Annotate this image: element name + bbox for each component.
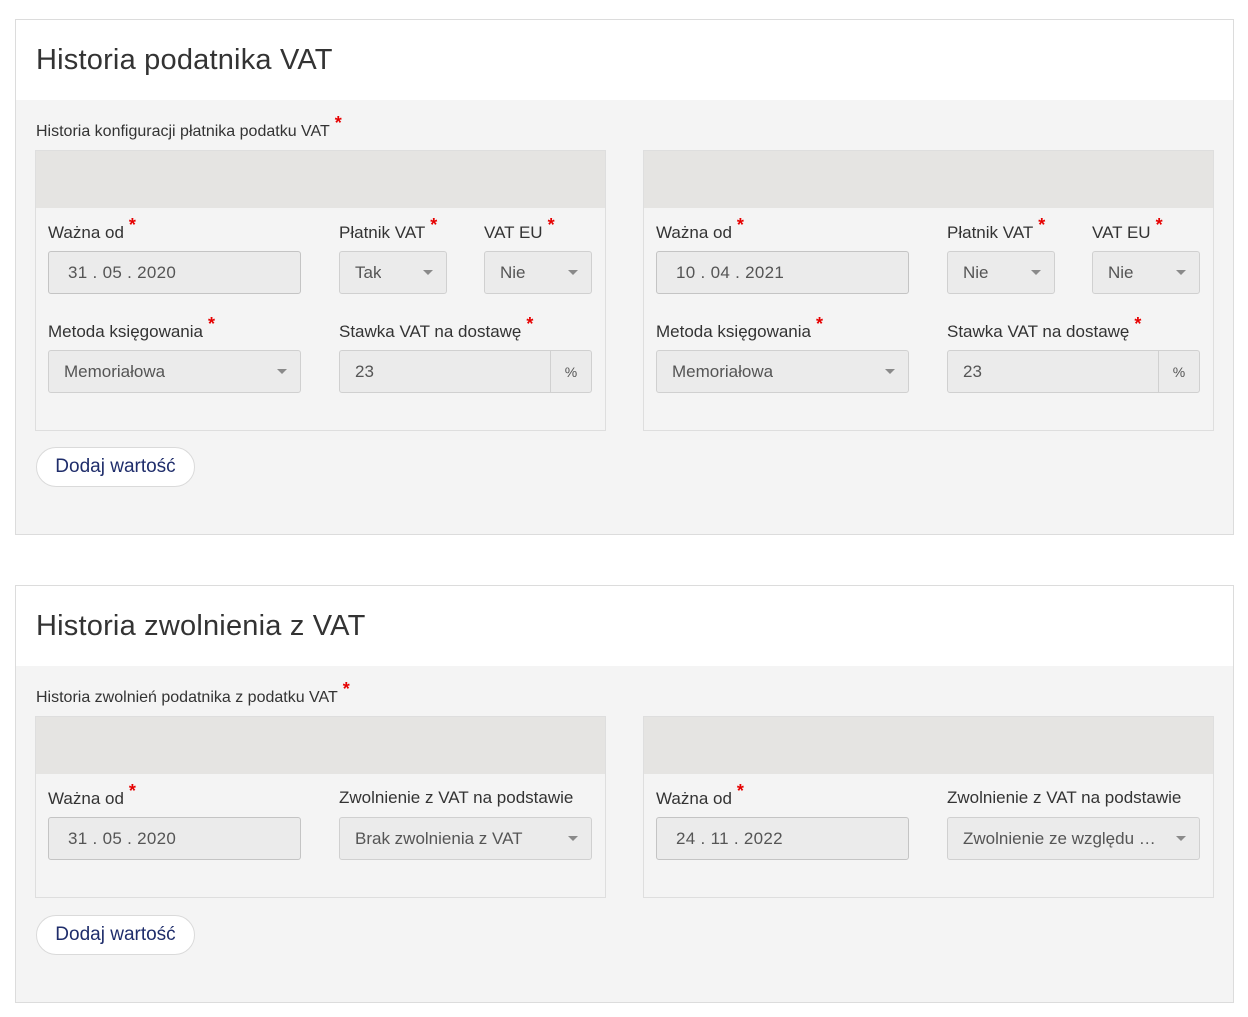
exemption-basis-select[interactable]: Zwolnienie ze względu na ... (947, 817, 1200, 860)
valid-from-date-input[interactable]: 24 . 11 . 2022 (656, 817, 909, 860)
exemption-card-2: Ważna od * Zwolnienie z VAT na podstawie … (643, 716, 1214, 898)
add-value-button[interactable]: Dodaj wartość (36, 915, 195, 955)
section-header: Historia podatnika VAT (16, 20, 1233, 100)
required-marker: * (526, 314, 534, 334)
vat-history-section: Historia podatnika VAT Historia konfigur… (15, 19, 1234, 535)
caret-down-icon (568, 836, 578, 841)
section-header: Historia zwolnienia z VAT (16, 586, 1233, 666)
required-marker: * (736, 215, 744, 235)
card-header (644, 717, 1213, 774)
caret-down-icon (568, 270, 578, 275)
vat-config-card-1: Ważna od * Płatnik VAT * VAT EU * 31 . 05 .… (35, 150, 606, 431)
required-marker: * (128, 781, 136, 801)
exemption-basis-label: Zwolnienie z VAT na podstawie (947, 788, 1182, 807)
valid-from-date-input[interactable]: 31 . 05 . 2020 (48, 817, 301, 860)
percent-addon: % (550, 351, 591, 392)
required-marker: * (815, 314, 823, 334)
valid-from-label: Ważna od * (48, 215, 136, 242)
section-title: Historia podatnika VAT (36, 43, 333, 76)
required-marker: * (207, 314, 215, 334)
vat-payer-label: Płatnik VAT * (339, 215, 438, 242)
accounting-method-select[interactable]: Memoriałowa (48, 350, 301, 393)
required-marker: * (736, 781, 744, 801)
required-marker: * (547, 215, 555, 235)
group-label: Historia zwolnień podatnika z podatku VA… (36, 679, 350, 706)
vat-rate-input[interactable]: 23 % (947, 350, 1200, 393)
section-title: Historia zwolnienia z VAT (36, 609, 366, 642)
exemption-basis-label: Zwolnienie z VAT na podstawie (339, 788, 574, 807)
caret-down-icon (277, 369, 287, 374)
vat-rate-input[interactable]: 23 % (339, 350, 592, 393)
valid-from-date-input[interactable]: 10 . 04 . 2021 (656, 251, 909, 294)
accounting-method-select[interactable]: Memoriałowa (656, 350, 909, 393)
vat-payer-label: Płatnik VAT * (947, 215, 1046, 242)
required-marker: * (430, 215, 438, 235)
caret-down-icon (423, 270, 433, 275)
caret-down-icon (1176, 836, 1186, 841)
caret-down-icon (1031, 270, 1041, 275)
vat-exemption-section: Historia zwolnienia z VAT Historia zwoln… (15, 585, 1234, 1003)
vat-payer-select[interactable]: Tak (339, 251, 447, 294)
card-header (36, 151, 605, 208)
required-marker: * (128, 215, 136, 235)
vat-eu-select[interactable]: Nie (484, 251, 592, 294)
valid-from-date-input[interactable]: 31 . 05 . 2020 (48, 251, 301, 294)
percent-addon: % (1158, 351, 1199, 392)
add-value-button[interactable]: Dodaj wartość (36, 447, 195, 487)
section-body: Historia zwolnień podatnika z podatku VA… (16, 666, 1233, 1002)
accounting-method-label: Metoda księgowania * (656, 314, 823, 341)
valid-from-label: Ważna od * (656, 781, 744, 808)
required-marker: * (334, 113, 342, 133)
vat-rate-label: Stawka VAT na dostawę * (339, 314, 534, 341)
caret-down-icon (1176, 270, 1186, 275)
vat-config-card-2: Ważna od * Płatnik VAT * VAT EU * 10 . 04 .… (643, 150, 1214, 431)
card-header (644, 151, 1213, 208)
vat-eu-label: VAT EU * (484, 215, 555, 242)
exemption-card-1: Ważna od * Zwolnienie z VAT na podstawie … (35, 716, 606, 898)
required-marker: * (1038, 215, 1046, 235)
valid-from-label: Ważna od * (48, 781, 136, 808)
vat-eu-select[interactable]: Nie (1092, 251, 1200, 294)
exemption-basis-select[interactable]: Brak zwolnienia z VAT (339, 817, 592, 860)
section-body: Historia konfiguracji płatnika podatku V… (16, 100, 1233, 534)
required-marker: * (1134, 314, 1142, 334)
card-header (36, 717, 605, 774)
required-marker: * (1155, 215, 1163, 235)
vat-eu-label: VAT EU * (1092, 215, 1163, 242)
group-label: Historia konfiguracji płatnika podatku V… (36, 113, 342, 140)
accounting-method-label: Metoda księgowania * (48, 314, 215, 341)
vat-payer-select[interactable]: Nie (947, 251, 1055, 294)
valid-from-label: Ważna od * (656, 215, 744, 242)
vat-rate-label: Stawka VAT na dostawę * (947, 314, 1142, 341)
caret-down-icon (885, 369, 895, 374)
required-marker: * (342, 679, 350, 699)
